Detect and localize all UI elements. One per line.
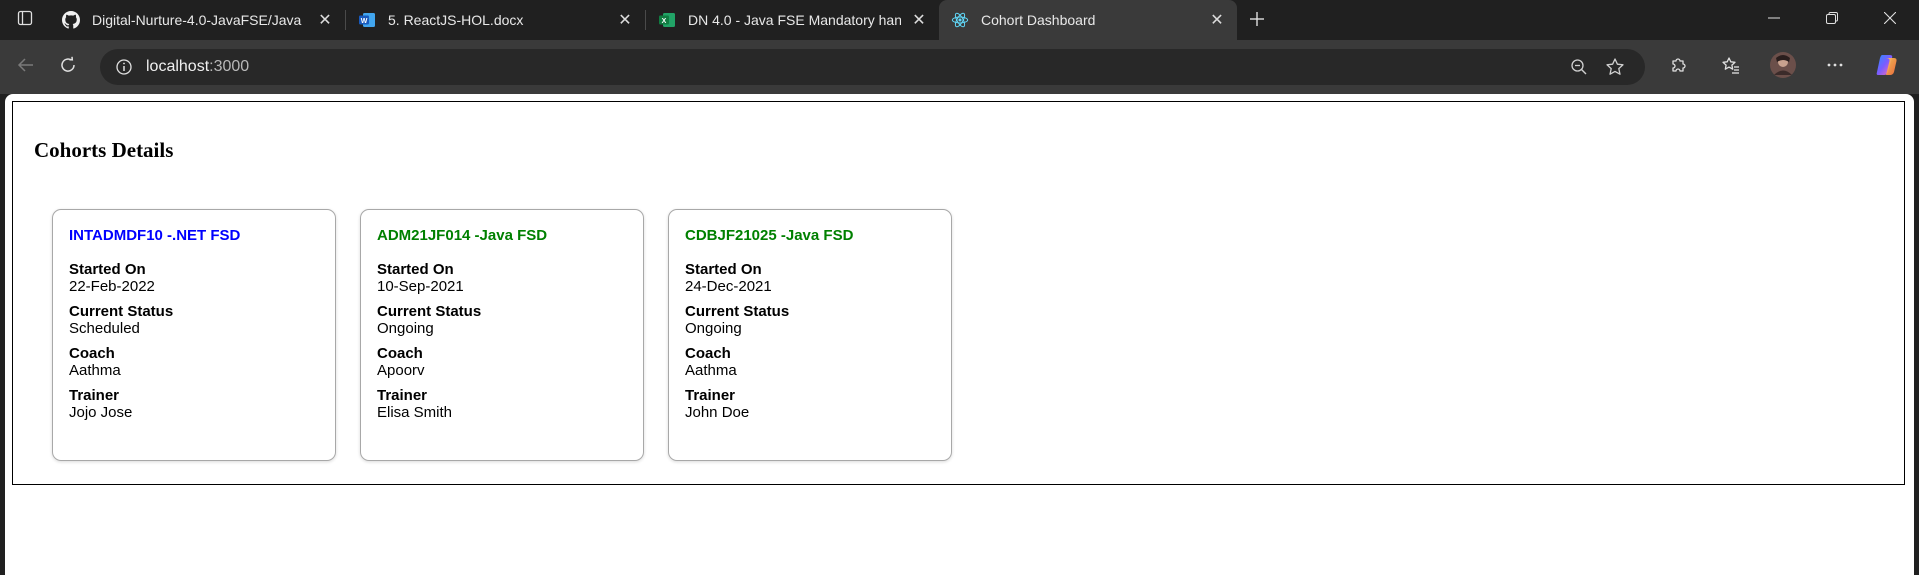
sidebar-toggle-icon xyxy=(17,10,33,31)
url-host: localhost xyxy=(146,58,210,75)
url-text: localhost:3000 xyxy=(146,58,1561,76)
tab-actions-button[interactable] xyxy=(0,0,50,40)
field-value: Elisa Smith xyxy=(377,404,453,421)
close-window-button[interactable] xyxy=(1861,0,1919,40)
back-arrow-icon xyxy=(17,56,35,79)
field-label: Current Status xyxy=(69,303,174,320)
more-options-button[interactable] xyxy=(1815,49,1855,85)
close-icon xyxy=(1883,11,1897,29)
tab-title: DN 4.0 - Java FSE Mandatory han xyxy=(688,12,901,28)
close-tab-icon[interactable]: ✕ xyxy=(1207,10,1227,30)
tab-github[interactable]: Digital-Nurture-4.0-JavaFSE/Java ✕ xyxy=(50,0,345,40)
field-value: Aathma xyxy=(69,362,121,379)
field-label: Coach xyxy=(685,345,731,362)
refresh-button[interactable] xyxy=(50,49,86,85)
field-label: Current Status xyxy=(685,303,790,320)
cohort-card: CDBJF21025 -Java FSD Started On 24-Dec-2… xyxy=(668,209,952,461)
cohort-card-list: INTADMDF10 -.NET FSD Started On 22-Feb-2… xyxy=(52,209,976,461)
browser-toolbar: localhost:3000 xyxy=(0,40,1919,94)
field-label: Coach xyxy=(69,345,115,362)
svg-text:X: X xyxy=(662,18,667,25)
window-controls xyxy=(1745,0,1919,40)
site-info-icon[interactable] xyxy=(114,57,134,77)
close-tab-icon[interactable]: ✕ xyxy=(315,10,335,30)
restore-icon xyxy=(1826,11,1838,29)
excel-icon: X xyxy=(658,11,676,29)
coach-field: Coach Aathma xyxy=(685,345,935,379)
field-value: Apoorv xyxy=(377,362,425,379)
cohort-name: CDBJF21025 -Java FSD xyxy=(685,227,854,244)
app-container: Cohorts Details INTADMDF10 -.NET FSD Sta… xyxy=(12,101,1905,485)
github-icon xyxy=(62,11,80,29)
tab-cohort-dashboard[interactable]: Cohort Dashboard ✕ xyxy=(939,0,1237,40)
react-icon xyxy=(951,11,969,29)
current-status-field: Current Status Ongoing xyxy=(685,303,935,337)
favorite-star-icon[interactable] xyxy=(1597,49,1633,85)
copilot-button[interactable] xyxy=(1867,49,1907,85)
tab-title: 5. ReactJS-HOL.docx xyxy=(388,12,524,28)
favorites-button[interactable] xyxy=(1711,49,1751,85)
field-value: 22-Feb-2022 xyxy=(69,278,155,295)
started-on-field: Started On 10-Sep-2021 xyxy=(377,261,627,295)
field-label: Current Status xyxy=(377,303,482,320)
close-tab-icon[interactable]: ✕ xyxy=(615,10,635,30)
refresh-icon xyxy=(59,56,77,79)
cohort-name: INTADMDF10 -.NET FSD xyxy=(69,227,241,244)
field-label: Started On xyxy=(685,261,762,278)
svg-text:W: W xyxy=(361,18,368,25)
avatar xyxy=(1770,51,1796,83)
field-value: Ongoing xyxy=(685,320,742,337)
page-viewport: Cohorts Details INTADMDF10 -.NET FSD Sta… xyxy=(5,94,1914,575)
puzzle-icon xyxy=(1669,55,1689,80)
field-value: John Doe xyxy=(685,404,750,421)
word-icon: W xyxy=(358,11,376,29)
field-label: Trainer xyxy=(685,387,736,404)
field-label: Trainer xyxy=(377,387,428,404)
field-value: Scheduled xyxy=(69,320,140,337)
trainer-field: Trainer John Doe xyxy=(685,387,935,421)
plus-icon xyxy=(1249,6,1265,34)
back-button[interactable] xyxy=(8,49,44,85)
cohort-name: ADM21JF014 -Java FSD xyxy=(377,227,548,244)
cohort-card: ADM21JF014 -Java FSD Started On 10-Sep-2… xyxy=(360,209,644,461)
field-value: Aathma xyxy=(685,362,737,379)
favorites-list-icon xyxy=(1721,55,1741,80)
trainer-field: Trainer Elisa Smith xyxy=(377,387,627,421)
new-tab-button[interactable] xyxy=(1237,0,1277,40)
coach-field: Coach Aathma xyxy=(69,345,319,379)
extensions-button[interactable] xyxy=(1659,49,1699,85)
address-bar[interactable]: localhost:3000 xyxy=(100,49,1645,85)
field-label: Started On xyxy=(69,261,146,278)
toolbar-right xyxy=(1647,49,1907,85)
field-value: 10-Sep-2021 xyxy=(377,278,464,295)
url-port: :3000 xyxy=(209,58,250,75)
page-title: Cohorts Details xyxy=(34,138,174,162)
tab-word-doc[interactable]: W 5. ReactJS-HOL.docx ✕ xyxy=(346,0,645,40)
tab-strip: Digital-Nurture-4.0-JavaFSE/Java ✕ W 5. … xyxy=(0,0,1919,40)
zoom-out-icon[interactable] xyxy=(1561,49,1597,85)
field-value: 24-Dec-2021 xyxy=(685,278,772,295)
field-value: Ongoing xyxy=(377,320,434,337)
trainer-field: Trainer Jojo Jose xyxy=(69,387,319,421)
started-on-field: Started On 24-Dec-2021 xyxy=(685,261,935,295)
minimize-button[interactable] xyxy=(1745,0,1803,40)
copilot-icon xyxy=(1874,52,1900,83)
field-label: Started On xyxy=(377,261,454,278)
cohort-card: INTADMDF10 -.NET FSD Started On 22-Feb-2… xyxy=(52,209,336,461)
profile-button[interactable] xyxy=(1763,49,1803,85)
current-status-field: Current Status Scheduled xyxy=(69,303,319,337)
field-label: Trainer xyxy=(69,387,120,404)
started-on-field: Started On 22-Feb-2022 xyxy=(69,261,319,295)
field-value: Jojo Jose xyxy=(69,404,133,421)
current-status-field: Current Status Ongoing xyxy=(377,303,627,337)
tab-title: Digital-Nurture-4.0-JavaFSE/Java xyxy=(92,12,302,28)
tab-excel[interactable]: X DN 4.0 - Java FSE Mandatory han ✕ xyxy=(646,0,939,40)
tab-title: Cohort Dashboard xyxy=(981,12,1096,28)
restore-button[interactable] xyxy=(1803,0,1861,40)
coach-field: Coach Apoorv xyxy=(377,345,627,379)
ellipsis-icon xyxy=(1825,55,1845,80)
close-tab-icon[interactable]: ✕ xyxy=(909,10,929,30)
minimize-icon xyxy=(1768,11,1780,29)
field-label: Coach xyxy=(377,345,423,362)
